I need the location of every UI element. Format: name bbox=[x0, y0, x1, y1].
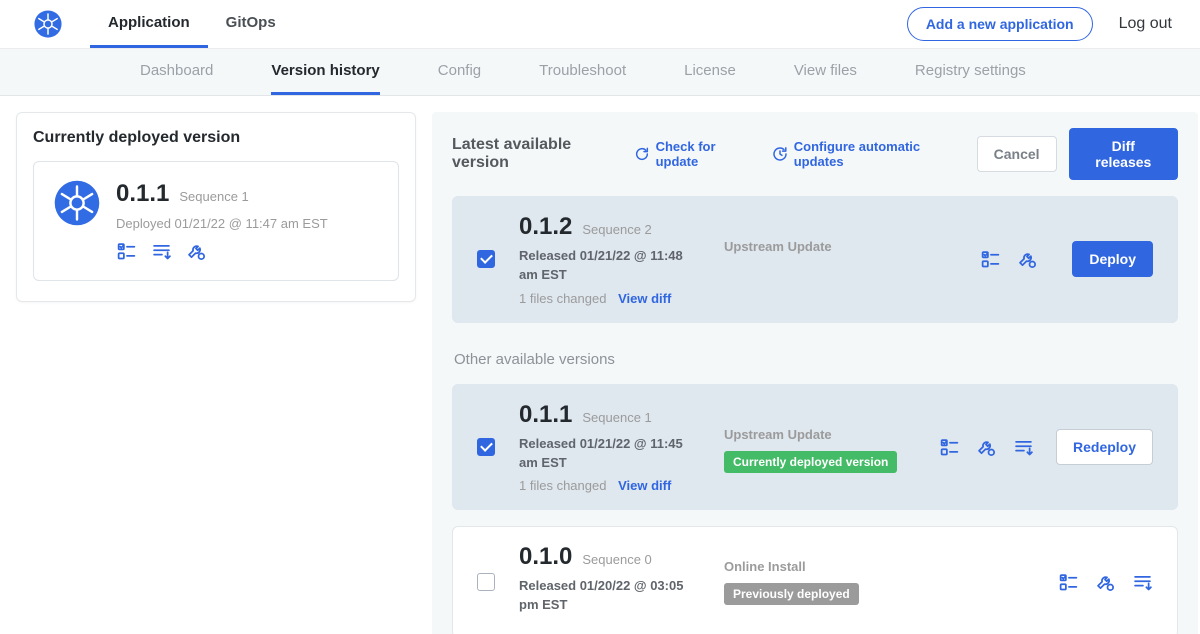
version-action-icons bbox=[939, 437, 1034, 458]
edit-config-icon[interactable] bbox=[976, 437, 997, 458]
edit-config-icon[interactable] bbox=[1017, 249, 1038, 270]
version-info: 0.1.2 Sequence 2 Released 01/21/22 @ 11:… bbox=[519, 213, 724, 306]
app-subnav: Dashboard Version history Config Trouble… bbox=[0, 49, 1200, 96]
release-notes-icon[interactable] bbox=[151, 241, 172, 262]
subnav-license[interactable]: License bbox=[684, 49, 736, 95]
version-checkbox[interactable] bbox=[477, 438, 495, 456]
source-label: Upstream Update bbox=[724, 239, 939, 254]
currently-deployed-panel: Currently deployed version 0.1.1 Sequenc… bbox=[16, 112, 416, 302]
previously-deployed-badge: Previously deployed bbox=[724, 583, 859, 605]
preflight-checks-icon[interactable] bbox=[939, 437, 960, 458]
diff-releases-button[interactable]: Diff releases bbox=[1069, 128, 1178, 180]
currently-deployed-badge: Currently deployed version bbox=[724, 451, 897, 473]
latest-version-title: Latest available version bbox=[452, 136, 616, 172]
main-content: Currently deployed version 0.1.1 Sequenc… bbox=[0, 96, 1200, 634]
version-sequence: Sequence 1 bbox=[582, 410, 651, 425]
check-for-update-link[interactable]: Check for update bbox=[634, 139, 750, 169]
version-row-0-1-2: 0.1.2 Sequence 2 Released 01/21/22 @ 11:… bbox=[452, 196, 1178, 323]
tab-gitops[interactable]: GitOps bbox=[208, 0, 294, 48]
version-released-timestamp: Released 01/21/22 @ 11:45 am EST bbox=[519, 435, 699, 473]
version-row-0-1-1: 0.1.1 Sequence 1 Released 01/21/22 @ 11:… bbox=[452, 384, 1178, 511]
clock-history-icon bbox=[772, 146, 788, 162]
version-checkbox[interactable] bbox=[477, 573, 495, 591]
subnav-version-history[interactable]: Version history bbox=[271, 49, 379, 95]
release-notes-icon[interactable] bbox=[1132, 572, 1153, 593]
configure-automatic-updates-link[interactable]: Configure automatic updates bbox=[772, 139, 955, 169]
files-changed-label: 1 files changed bbox=[519, 478, 606, 493]
subnav-view-files[interactable]: View files bbox=[794, 49, 857, 95]
currently-deployed-title: Currently deployed version bbox=[33, 129, 399, 147]
subnav-config[interactable]: Config bbox=[438, 49, 481, 95]
version-sequence: Sequence 2 bbox=[582, 222, 651, 237]
version-released-timestamp: Released 01/21/22 @ 11:48 am EST bbox=[519, 247, 699, 285]
version-released-timestamp: Released 01/20/22 @ 03:05 pm EST bbox=[519, 577, 699, 615]
subnav-dashboard[interactable]: Dashboard bbox=[140, 49, 213, 95]
version-number: 0.1.0 bbox=[519, 543, 572, 571]
deployed-version-icons bbox=[116, 241, 328, 262]
view-diff-link[interactable]: View diff bbox=[618, 478, 671, 493]
tab-application[interactable]: Application bbox=[90, 0, 208, 48]
version-action-icons bbox=[980, 249, 1038, 270]
logout-link[interactable]: Log out bbox=[1119, 15, 1172, 33]
version-source: Upstream Update bbox=[724, 213, 939, 306]
edit-config-icon[interactable] bbox=[186, 241, 207, 262]
version-info: 0.1.0 Sequence 0 Released 01/20/22 @ 03:… bbox=[519, 543, 724, 621]
deployed-version-card: 0.1.1 Sequence 1 Deployed 01/21/22 @ 11:… bbox=[33, 161, 399, 281]
top-navbar: Application GitOps Add a new application… bbox=[0, 0, 1200, 49]
source-label: Online Install bbox=[724, 559, 939, 574]
latest-version-header: Latest available version Check for updat… bbox=[452, 128, 1178, 180]
deploy-button[interactable]: Deploy bbox=[1072, 241, 1153, 277]
refresh-icon bbox=[634, 146, 650, 162]
version-action-icons bbox=[1058, 572, 1153, 593]
add-new-application-button[interactable]: Add a new application bbox=[907, 7, 1093, 41]
version-checkbox[interactable] bbox=[477, 250, 495, 268]
subnav-troubleshoot[interactable]: Troubleshoot bbox=[539, 49, 626, 95]
version-history-panel: Latest available version Check for updat… bbox=[432, 112, 1198, 634]
version-number: 0.1.1 bbox=[519, 401, 572, 429]
deployed-version-sequence: Sequence 1 bbox=[179, 189, 248, 204]
deployed-version-number: 0.1.1 bbox=[116, 180, 169, 208]
redeploy-button[interactable]: Redeploy bbox=[1056, 429, 1153, 465]
edit-config-icon[interactable] bbox=[1095, 572, 1116, 593]
version-row-0-1-0: 0.1.0 Sequence 0 Released 01/20/22 @ 03:… bbox=[452, 526, 1178, 634]
version-number: 0.1.2 bbox=[519, 213, 572, 241]
preflight-checks-icon[interactable] bbox=[980, 249, 1001, 270]
other-available-versions-title: Other available versions bbox=[454, 351, 1176, 368]
view-diff-link[interactable]: View diff bbox=[618, 291, 671, 306]
check-for-update-label: Check for update bbox=[656, 139, 750, 169]
deployed-timestamp: Deployed 01/21/22 @ 11:47 am EST bbox=[116, 216, 328, 231]
kubernetes-logo-icon bbox=[34, 10, 62, 38]
files-changed-label: 1 files changed bbox=[519, 291, 606, 306]
cancel-button[interactable]: Cancel bbox=[977, 136, 1057, 172]
version-source: Online Install Previously deployed bbox=[724, 543, 939, 621]
configure-automatic-updates-label: Configure automatic updates bbox=[794, 139, 955, 169]
source-label: Upstream Update bbox=[724, 427, 939, 442]
preflight-checks-icon[interactable] bbox=[1058, 572, 1079, 593]
version-sequence: Sequence 0 bbox=[582, 552, 651, 567]
version-source: Upstream Update Currently deployed versi… bbox=[724, 401, 939, 494]
version-info: 0.1.1 Sequence 1 Released 01/21/22 @ 11:… bbox=[519, 401, 724, 494]
topnav-right: Add a new application Log out bbox=[907, 7, 1172, 41]
topnav-tabs: Application GitOps bbox=[90, 0, 294, 48]
release-notes-icon[interactable] bbox=[1013, 437, 1034, 458]
deployed-version-details: 0.1.1 Sequence 1 Deployed 01/21/22 @ 11:… bbox=[116, 180, 328, 262]
subnav-registry-settings[interactable]: Registry settings bbox=[915, 49, 1026, 95]
preflight-checks-icon[interactable] bbox=[116, 241, 137, 262]
app-kubernetes-icon bbox=[54, 180, 100, 226]
